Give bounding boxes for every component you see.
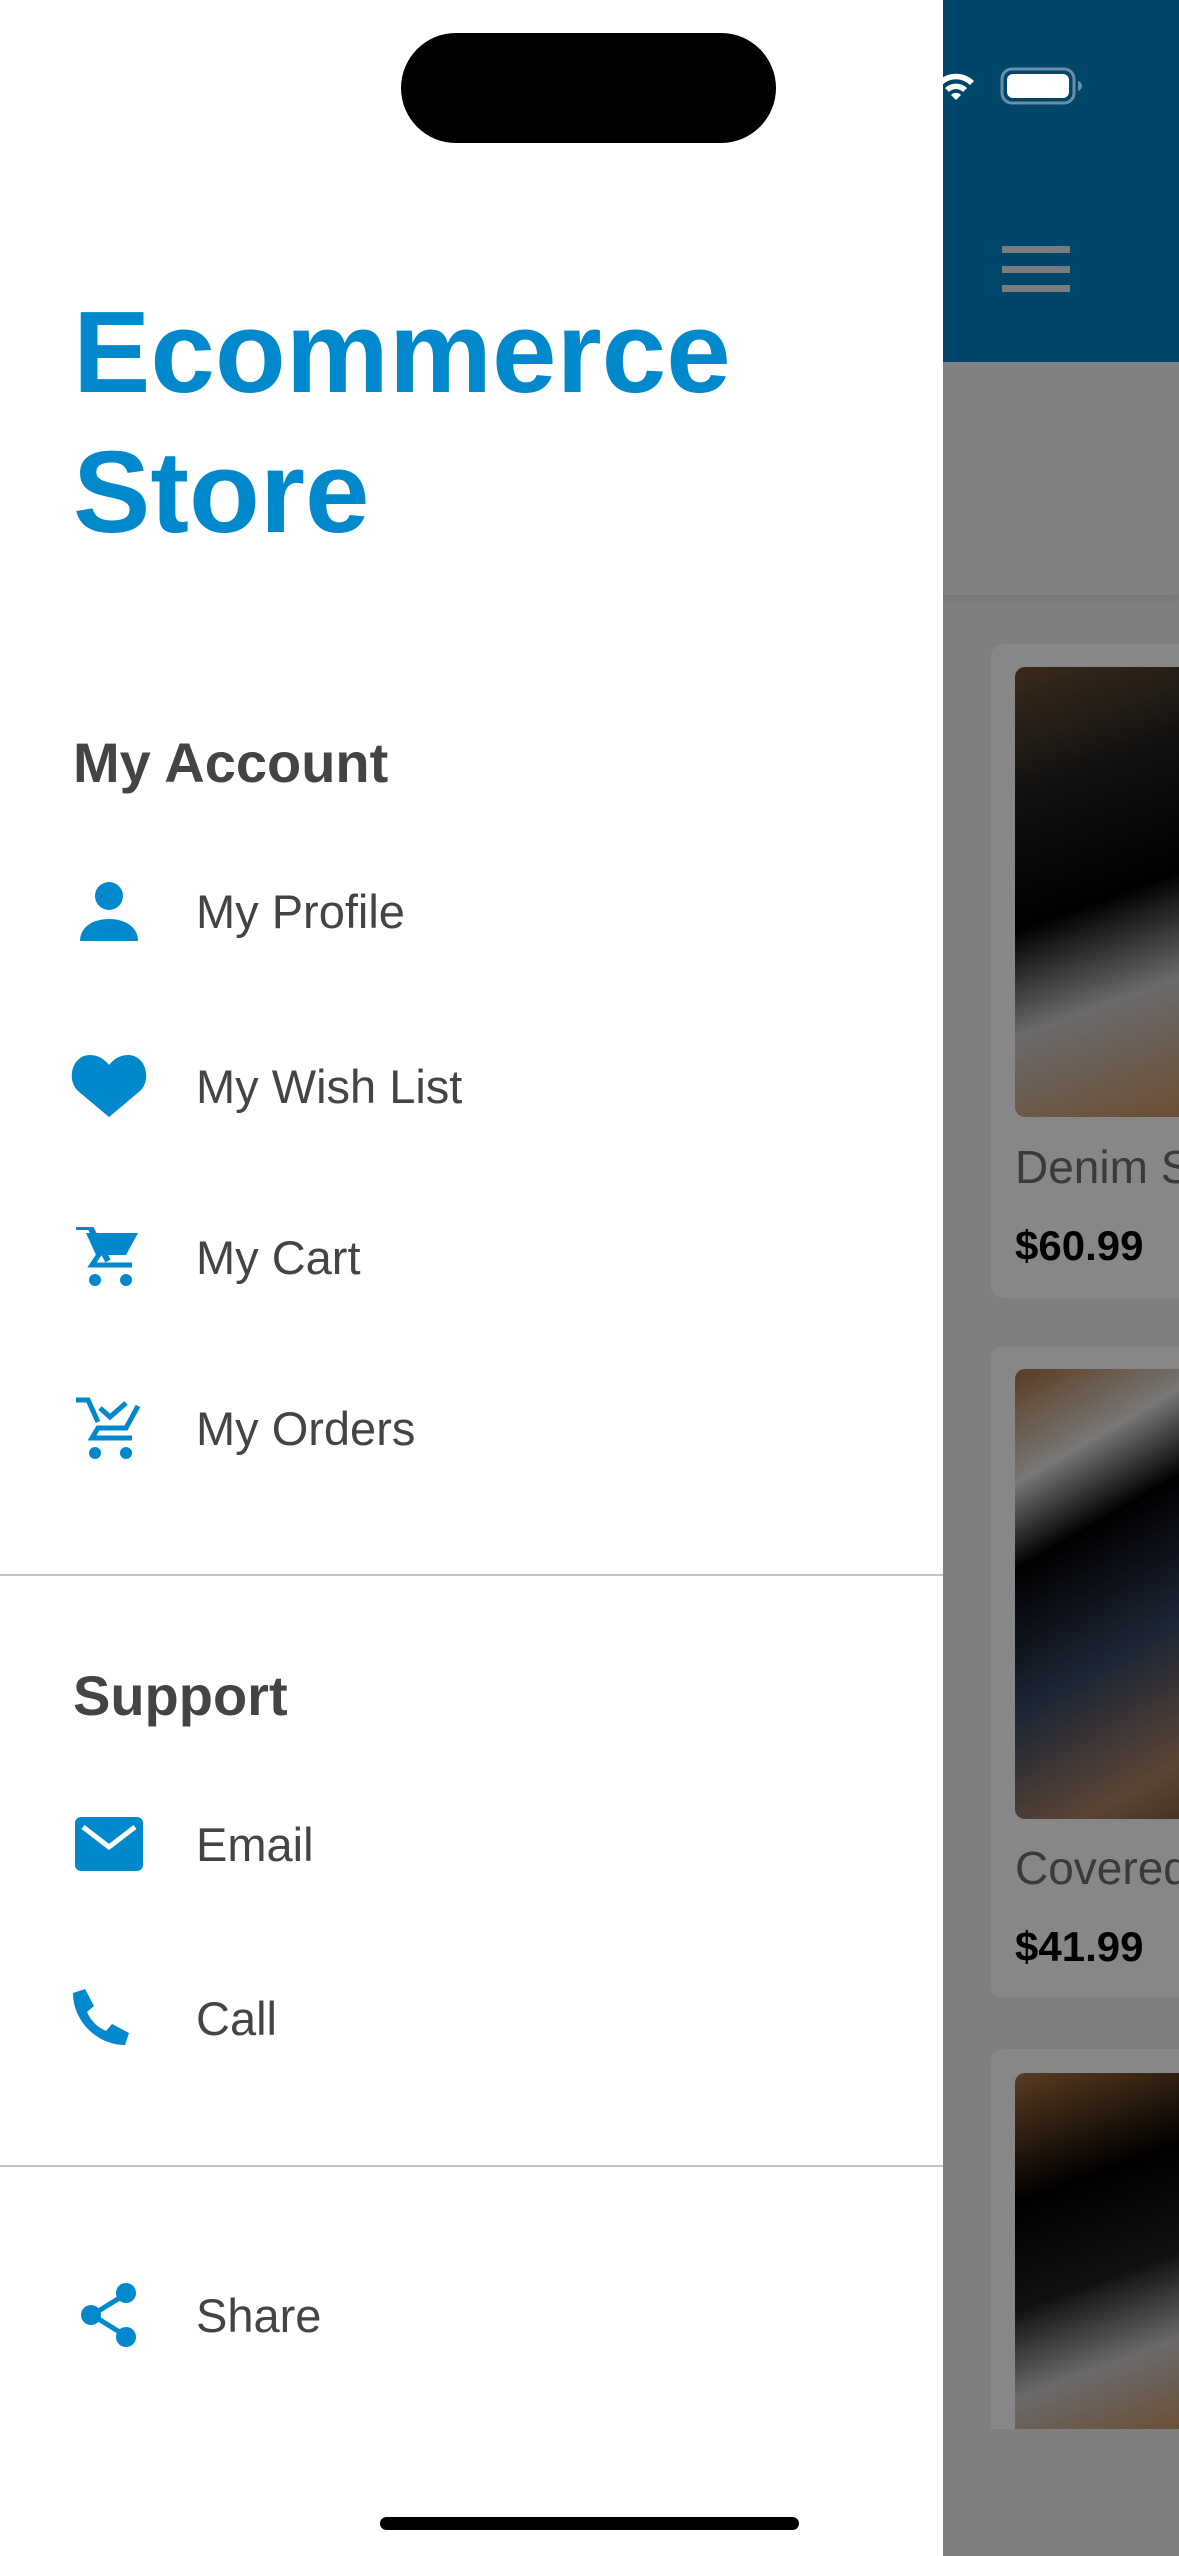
- product-card[interactable]: Covered $41.99: [991, 1346, 1179, 1998]
- menu-item-my-wish-list[interactable]: My Wish List: [0, 1026, 943, 1146]
- menu-item-label: Call: [196, 1991, 277, 2045]
- menu-item-label: My Orders: [196, 1401, 416, 1455]
- menu-item-share[interactable]: Share: [0, 2255, 943, 2375]
- menu-item-label: My Cart: [196, 1230, 361, 1284]
- menu-item-my-profile[interactable]: My Profile: [0, 851, 943, 971]
- menu-item-email[interactable]: Email: [0, 1784, 943, 1904]
- person-icon: [69, 871, 149, 951]
- product-card[interactable]: [991, 2049, 1179, 2429]
- menu-icon[interactable]: [1002, 246, 1070, 292]
- heart-icon: [69, 1046, 149, 1126]
- product-price: $41.99: [1015, 1923, 1144, 1970]
- product-image: [1015, 1369, 1179, 1819]
- product-price: $60.99: [1015, 1222, 1144, 1269]
- dynamic-island: [401, 33, 776, 143]
- envelope-icon: [69, 1804, 149, 1884]
- navigation-drawer: Ecommerce Store My Account My Profile My…: [0, 0, 943, 2556]
- product-card[interactable]: Denim S $60.99: [991, 644, 1179, 1298]
- cart-icon: [69, 1217, 149, 1297]
- menu-item-call[interactable]: Call: [0, 1958, 943, 2078]
- menu-item-label: My Wish List: [196, 1059, 463, 1113]
- battery-icon: [1000, 67, 1082, 105]
- status-bar: [936, 66, 1084, 106]
- product-image: [1015, 667, 1179, 1117]
- drawer-title: Ecommerce Store: [73, 287, 731, 557]
- product-name: Covered: [1015, 1842, 1179, 1894]
- divider: [0, 2165, 943, 2167]
- menu-item-label: Email: [196, 1817, 314, 1871]
- menu-item-my-orders[interactable]: My Orders: [0, 1368, 943, 1488]
- cart-check-icon: [69, 1388, 149, 1468]
- product-image: [1015, 2073, 1179, 2429]
- product-name: Denim S: [1015, 1141, 1179, 1193]
- phone-icon: [69, 1978, 149, 2058]
- menu-item-label: Share: [196, 2288, 322, 2342]
- divider: [0, 1574, 943, 1576]
- share-icon: [69, 2275, 149, 2355]
- section-header-my-account: My Account: [73, 731, 389, 794]
- home-indicator[interactable]: [380, 2517, 799, 2530]
- section-header-support: Support: [73, 1664, 288, 1727]
- menu-item-label: My Profile: [196, 884, 405, 938]
- menu-item-my-cart[interactable]: My Cart: [0, 1197, 943, 1317]
